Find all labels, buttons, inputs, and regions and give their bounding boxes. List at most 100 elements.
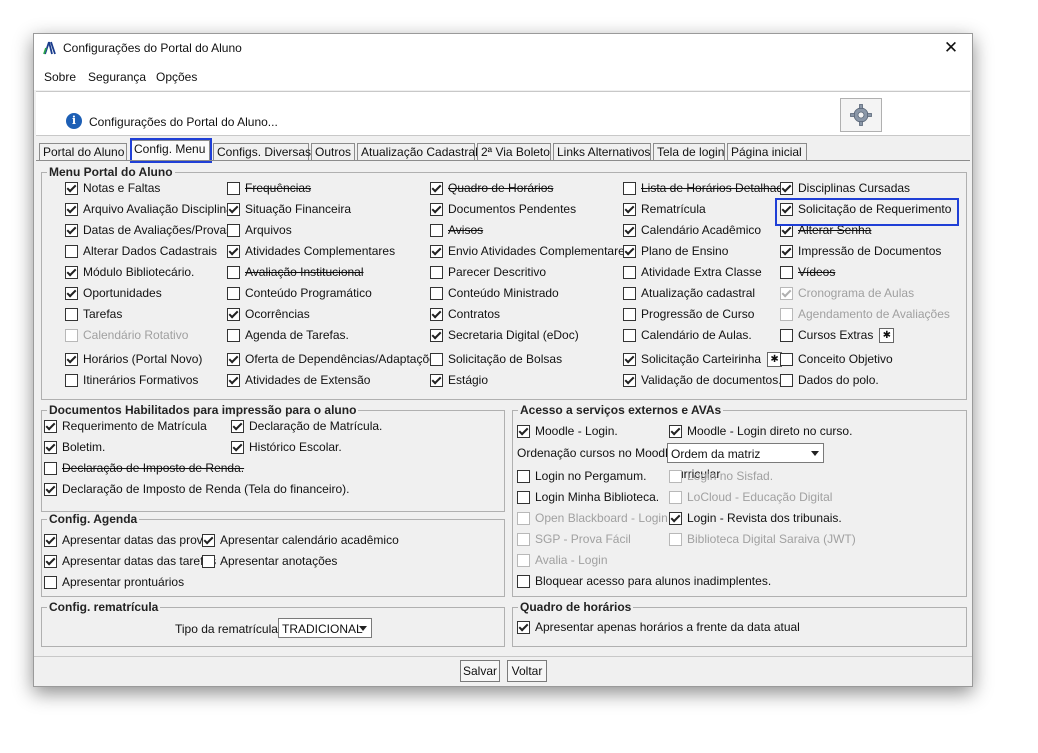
checkbox-apresentar-datas-das-tarefas[interactable]: Apresentar datas das tarefas [44, 553, 216, 569]
checkbox-login-revista-dos-tribunais[interactable]: Login - Revista dos tribunais. [669, 510, 842, 526]
checkbox-box[interactable] [780, 328, 793, 342]
checkbox-apresentar-apenas-horarios-a-frente-da-data-atual[interactable]: Apresentar apenas horários a frente da d… [517, 619, 800, 635]
checkbox-box[interactable] [430, 373, 443, 387]
checkbox-atividades-de-extensao[interactable]: Atividades de Extensão [227, 372, 370, 388]
checkbox-box[interactable] [430, 223, 443, 237]
checkbox-apresentar-datas-das-provas[interactable]: Apresentar datas das provas [44, 532, 215, 548]
checkbox-atualizacao-cadastral[interactable]: Atualização cadastral [623, 285, 755, 301]
checkbox-box[interactable] [65, 373, 78, 387]
checkbox-box[interactable] [227, 328, 240, 342]
checkbox-box[interactable] [227, 373, 240, 387]
checkbox-alterar-dados-cadastrais[interactable]: Alterar Dados Cadastrais [65, 243, 217, 259]
tab-outros[interactable]: Outros [311, 143, 355, 160]
checkbox-box[interactable] [623, 352, 636, 366]
checkbox-box[interactable] [623, 328, 636, 342]
checkbox-box[interactable] [517, 620, 530, 634]
checkbox-box[interactable] [227, 286, 240, 300]
checkbox-box[interactable] [202, 554, 215, 568]
checkbox-box[interactable] [623, 286, 636, 300]
menu-opcoes[interactable]: Opções [156, 70, 197, 84]
checkbox-box[interactable] [430, 286, 443, 300]
checkbox-box[interactable] [44, 533, 57, 547]
checkbox-apresentar-calendario-academico[interactable]: Apresentar calendário acadêmico [202, 532, 399, 548]
checkbox-parecer-descritivo[interactable]: Parecer Descritivo [430, 264, 546, 280]
tab-configs-diversas[interactable]: Configs. Diversas [213, 143, 311, 160]
checkbox-oportunidades[interactable]: Oportunidades [65, 285, 162, 301]
checkbox-box[interactable] [623, 223, 636, 237]
tab-links-alternativos[interactable]: Links Alternativos [553, 143, 651, 160]
checkbox-envio-atividades-complementares[interactable]: Envio Atividades Complementares [430, 243, 631, 259]
checkbox-box[interactable] [623, 244, 636, 258]
tab-2via-boleto[interactable]: 2ª Via Boleto [477, 143, 551, 160]
checkbox-box[interactable] [517, 574, 530, 588]
checkbox-login-no-pergamum[interactable]: Login no Pergamum. [517, 468, 646, 484]
checkbox-box[interactable] [430, 328, 443, 342]
menu-seguranca[interactable]: Segurança [88, 70, 146, 84]
checkbox-conteudo-ministrado[interactable]: Conteúdo Ministrado [430, 285, 559, 301]
checkbox-rematricula[interactable]: Rematrícula [623, 201, 706, 217]
checkbox-box[interactable] [65, 202, 78, 216]
checkbox-datas-de-avaliacoes-provas[interactable]: Datas de Avaliações/Provas [65, 222, 232, 238]
gear-icon[interactable]: ✱ [879, 327, 895, 343]
checkbox-box[interactable] [517, 490, 530, 504]
checkbox-calendario-de-aulas[interactable]: Calendário de Aulas. [623, 327, 752, 343]
checkbox-solicitacao-carteirinha[interactable]: Solicitação Carteirinha ✱ [623, 351, 783, 367]
checkbox-box[interactable] [231, 419, 244, 433]
checkbox-box[interactable] [623, 181, 636, 195]
checkbox-dados-do-polo[interactable]: Dados do polo. [780, 372, 879, 388]
tab-atualizacao-cadastral[interactable]: Atualização Cadastral [357, 143, 478, 160]
checkbox-validacao-de-documentos[interactable]: Validação de documentos. [623, 372, 782, 388]
checkbox-box[interactable] [65, 223, 78, 237]
checkbox-cursos-extras[interactable]: Cursos Extras ✱ [780, 327, 895, 343]
checkbox-videos[interactable]: Vídeos [780, 264, 835, 280]
checkbox-box[interactable] [202, 533, 215, 547]
checkbox-frequencias[interactable]: Frequências [227, 180, 311, 196]
checkbox-atividade-extra-classe[interactable]: Atividade Extra Classe [623, 264, 762, 280]
checkbox-calendario-academico[interactable]: Calendário Acadêmico [623, 222, 761, 238]
checkbox-progressao-de-curso[interactable]: Progressão de Curso [623, 306, 754, 322]
checkbox-box[interactable] [430, 307, 443, 321]
checkbox-box[interactable] [623, 202, 636, 216]
checkbox-moodle-login-direto-no-curso[interactable]: Moodle - Login direto no curso. [669, 423, 852, 439]
checkbox-itinerarios-formativos[interactable]: Itinerários Formativos [65, 372, 198, 388]
checkbox-box[interactable] [65, 181, 78, 195]
checkbox-bloquear-acesso-para-alunos-inadimplentes[interactable]: Bloquear acesso para alunos inadimplente… [517, 573, 771, 589]
checkbox-agenda-de-tarefas[interactable]: Agenda de Tarefas. [227, 327, 349, 343]
checkbox-avaliacao-institucional[interactable]: Avaliação Institucional [227, 264, 364, 280]
checkbox-box[interactable] [623, 373, 636, 387]
rematricula-type-select[interactable]: TRADICIONAL [278, 618, 372, 638]
checkbox-historico-escolar[interactable]: Histórico Escolar. [231, 439, 342, 455]
checkbox-conteudo-programatico[interactable]: Conteúdo Programático [227, 285, 372, 301]
checkbox-box[interactable] [65, 244, 78, 258]
checkbox-requerimento-de-matricula[interactable]: Requerimento de Matrícula [44, 418, 207, 434]
checkbox-estagio[interactable]: Estágio [430, 372, 488, 388]
checkbox-box[interactable] [780, 352, 793, 366]
checkbox-box[interactable] [430, 244, 443, 258]
checkbox-disciplinas-cursadas[interactable]: Disciplinas Cursadas [780, 180, 910, 196]
checkbox-horarios-portal-novo[interactable]: Horários (Portal Novo) [65, 351, 202, 367]
checkbox-box[interactable] [780, 265, 793, 279]
checkbox-box[interactable] [44, 419, 57, 433]
checkbox-box[interactable] [780, 373, 793, 387]
checkbox-box[interactable] [227, 181, 240, 195]
checkbox-apresentar-anotacoes[interactable]: Apresentar anotações [202, 553, 337, 569]
checkbox-documentos-pendentes[interactable]: Documentos Pendentes [430, 201, 576, 217]
checkbox-box[interactable] [227, 265, 240, 279]
tab-pagina-inicial[interactable]: Página inicial [727, 143, 807, 160]
checkbox-ocorrencias[interactable]: Ocorrências [227, 306, 310, 322]
checkbox-box[interactable] [227, 307, 240, 321]
checkbox-box[interactable] [227, 223, 240, 237]
checkbox-conceito-objetivo[interactable]: Conceito Objetivo [780, 351, 893, 367]
checkbox-box[interactable] [430, 265, 443, 279]
checkbox-box[interactable] [44, 440, 57, 454]
checkbox-situacao-financeira[interactable]: Situação Financeira [227, 201, 351, 217]
checkbox-box[interactable] [623, 307, 636, 321]
checkbox-arquivo-avaliacao-disciplina[interactable]: Arquivo Avaliação Disciplina [65, 201, 233, 217]
checkbox-box[interactable] [669, 511, 682, 525]
checkbox-quadro-de-horarios[interactable]: Quadro de Horários [430, 180, 553, 196]
checkbox-box[interactable] [780, 181, 793, 195]
checkbox-lista-de-horarios-detalhada[interactable]: Lista de Horários Detalhada [623, 180, 790, 196]
checkbox-apresentar-prontuarios[interactable]: Apresentar prontuários [44, 574, 184, 590]
checkbox-box[interactable] [44, 461, 57, 475]
checkbox-login-minha-biblioteca[interactable]: Login Minha Biblioteca. [517, 489, 659, 505]
